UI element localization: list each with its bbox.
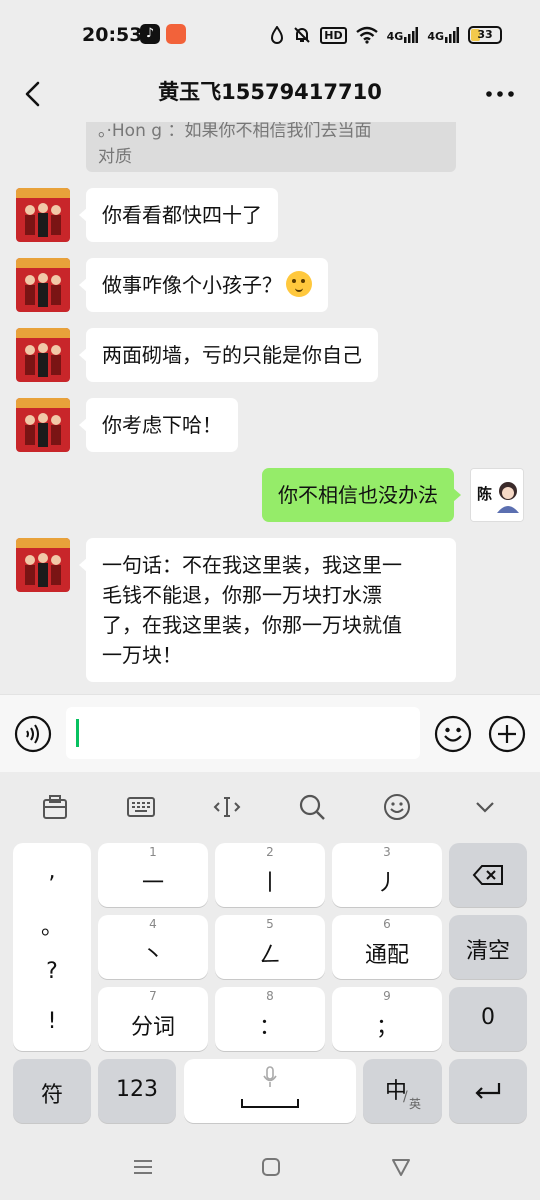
tiktok-app-icon: ♪ bbox=[140, 24, 160, 44]
message-bubble[interactable]: 你看看都快四十了 bbox=[79, 188, 278, 242]
clock: 20:53 bbox=[82, 24, 143, 46]
recent-apps-icon[interactable] bbox=[132, 1156, 154, 1178]
punct-comma[interactable]: , bbox=[13, 859, 91, 884]
message-bubble[interactable]: 两面砌墙，亏的只能是你自己 bbox=[79, 328, 378, 382]
key-semicolon[interactable]: 9； bbox=[332, 987, 442, 1051]
plus-icon[interactable] bbox=[488, 715, 526, 753]
message-bubble[interactable]: 一句话：不在我这里装，我这里一 毛钱不能退，你那一万块打水漂 了，在我这里装，你… bbox=[79, 538, 456, 682]
my-avatar-label: 陈 bbox=[477, 485, 492, 503]
my-avatar[interactable]: 陈 bbox=[470, 468, 524, 522]
message-list[interactable]: 。·Hon g ：如果你不相信我们去当面 对质 你看看都快四十了 做事咋像个小孩… bbox=[0, 122, 540, 694]
my-message-bubble[interactable]: 你不相信也没办法 bbox=[262, 468, 461, 522]
zero-key[interactable]: 0 bbox=[449, 987, 527, 1051]
message-input[interactable] bbox=[66, 707, 420, 759]
keyboard-toolbar bbox=[0, 772, 540, 840]
system-nav-bar bbox=[0, 1136, 540, 1200]
contact-avatar[interactable] bbox=[16, 398, 70, 452]
emoji-keyboard-icon[interactable] bbox=[382, 792, 412, 822]
message-text: 你考虑下哈！ bbox=[102, 413, 222, 437]
message-text: 你不相信也没办法 bbox=[278, 483, 438, 507]
lang-slash: / bbox=[403, 1089, 408, 1105]
key-stroke-heng[interactable]: 1一 bbox=[98, 843, 208, 907]
message-line: 一万块！ bbox=[102, 643, 182, 667]
space-bar-icon bbox=[241, 1099, 299, 1108]
key-stroke-shu[interactable]: 2丨 bbox=[215, 843, 325, 907]
contact-avatar[interactable] bbox=[16, 188, 70, 242]
back-nav-icon[interactable] bbox=[390, 1156, 412, 1178]
signal-2-icon: 4G bbox=[427, 27, 459, 43]
search-icon[interactable] bbox=[297, 792, 327, 822]
enter-key[interactable] bbox=[449, 1059, 527, 1123]
wifi-icon bbox=[355, 26, 378, 44]
message-line: 毛钱不能退，你那一万块打水漂 bbox=[102, 583, 382, 607]
chat-title: 黄玉飞15579417710 bbox=[158, 80, 382, 104]
key-stroke-dian[interactable]: 4丶 bbox=[98, 915, 208, 979]
space-key[interactable] bbox=[184, 1059, 356, 1123]
drop-icon bbox=[271, 26, 284, 44]
cursor-move-icon[interactable] bbox=[212, 792, 242, 822]
message-text: 两面砌墙，亏的只能是你自己 bbox=[102, 343, 362, 367]
numbers-key[interactable]: 123 bbox=[98, 1059, 176, 1123]
mute-bell-icon bbox=[294, 27, 310, 43]
key-colon[interactable]: 8： bbox=[215, 987, 325, 1051]
emoji-icon[interactable] bbox=[434, 715, 472, 753]
lang-sub: 英 bbox=[409, 1097, 422, 1111]
language-switch-key[interactable]: 中 / 英 bbox=[363, 1059, 442, 1123]
clipboard-icon[interactable] bbox=[40, 792, 70, 822]
message-text: 做事咋像个小孩子？ bbox=[102, 273, 282, 297]
key-stroke-pie[interactable]: 3丿 bbox=[332, 843, 442, 907]
home-icon[interactable] bbox=[260, 1156, 282, 1178]
quote-line: 对质 bbox=[98, 147, 132, 167]
key-stroke-zhe[interactable]: 5ㄥ bbox=[215, 915, 325, 979]
keyboard-layout-icon[interactable] bbox=[126, 792, 156, 822]
mic-icon bbox=[263, 1066, 277, 1087]
battery-icon: 33 bbox=[468, 26, 502, 44]
message-line: 了，在我这里装，你那一万块就值 bbox=[102, 613, 402, 637]
signal-1-icon: 4G bbox=[387, 27, 419, 43]
system-icons: HD 4G 4G 33 bbox=[270, 22, 502, 48]
key-segment[interactable]: 7 分词 bbox=[98, 987, 208, 1051]
quote-line: 。·Hon g ：如果你不相信我们去当面 bbox=[98, 122, 372, 141]
punctuation-key-column[interactable]: , 。 ? ! bbox=[13, 843, 91, 1051]
clear-key[interactable]: 清空 bbox=[449, 915, 527, 979]
message-line: 一句话：不在我这里装，我这里一 bbox=[102, 553, 402, 577]
contact-avatar[interactable] bbox=[16, 258, 70, 312]
voice-icon[interactable] bbox=[14, 715, 52, 753]
message-text: 你看看都快四十了 bbox=[102, 203, 262, 227]
hd-badge: HD bbox=[320, 26, 347, 44]
punct-period[interactable]: 。 bbox=[13, 909, 91, 941]
notification-app-icon bbox=[166, 24, 186, 44]
quoted-message[interactable]: 。·Hon g ：如果你不相信我们去当面 对质 bbox=[86, 122, 456, 172]
message-bubble[interactable]: 你考虑下哈！ bbox=[79, 398, 238, 452]
chat-header: 黄玉飞15579417710 bbox=[0, 66, 540, 122]
keyboard: , 。 ? ! 1一 2丨 3丿 4丶 5ㄥ 6 通配 清空 7 分词 8： 9； … bbox=[0, 772, 540, 1136]
punct-exclamation[interactable]: ! bbox=[13, 1009, 91, 1034]
enter-icon bbox=[475, 1083, 501, 1099]
symbols-key[interactable]: 符 bbox=[13, 1059, 91, 1123]
contact-avatar[interactable] bbox=[16, 538, 70, 592]
thinking-emoji-icon bbox=[286, 271, 312, 297]
contact-avatar[interactable] bbox=[16, 328, 70, 382]
backspace-key[interactable] bbox=[449, 843, 527, 907]
backspace-icon bbox=[472, 865, 503, 885]
chevron-down-icon[interactable] bbox=[470, 792, 500, 822]
punct-question[interactable]: ? bbox=[13, 959, 91, 984]
text-caret bbox=[76, 719, 79, 747]
message-bubble[interactable]: 做事咋像个小孩子？ bbox=[79, 258, 328, 312]
input-bar bbox=[0, 694, 540, 772]
more-dots-icon[interactable] bbox=[482, 78, 518, 110]
key-wildcard[interactable]: 6 通配 bbox=[332, 915, 442, 979]
status-bar: 20:53 ♪ HD 4G 4G 33 bbox=[0, 0, 540, 66]
